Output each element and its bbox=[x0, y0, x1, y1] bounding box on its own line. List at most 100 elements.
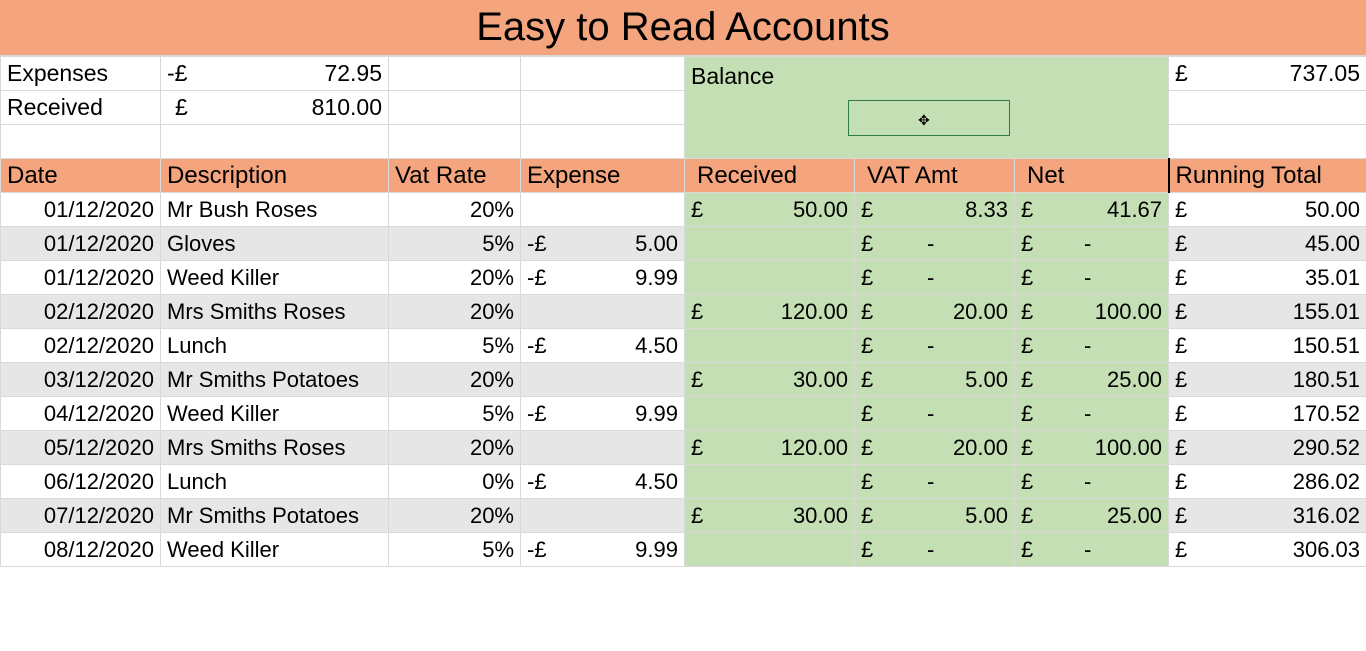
cell[interactable]: £150.51 bbox=[1169, 329, 1366, 363]
cell[interactable]: 05/12/2020 bbox=[1, 431, 161, 465]
cell[interactable]: 20% bbox=[389, 431, 521, 465]
hdr-expense[interactable]: Expense bbox=[521, 159, 685, 193]
cell[interactable] bbox=[685, 329, 855, 363]
cell[interactable]: £45.00 bbox=[1169, 227, 1366, 261]
cell[interactable] bbox=[685, 261, 855, 295]
cell[interactable]: -£4.50 bbox=[521, 329, 685, 363]
cell[interactable]: Lunch bbox=[161, 329, 389, 363]
cell[interactable]: 5% bbox=[389, 227, 521, 261]
cell[interactable]: £30.00 bbox=[685, 499, 855, 533]
cell[interactable]: £316.02 bbox=[1169, 499, 1366, 533]
cell[interactable]: £20.00 bbox=[855, 295, 1015, 329]
cell[interactable]: £8.33 bbox=[855, 193, 1015, 227]
cell[interactable] bbox=[685, 533, 855, 567]
cell[interactable]: £- bbox=[855, 397, 1015, 431]
cell[interactable]: £- bbox=[1015, 397, 1169, 431]
cell[interactable]: Lunch bbox=[161, 465, 389, 499]
cell[interactable]: £- bbox=[1015, 533, 1169, 567]
cell[interactable]: £20.00 bbox=[855, 431, 1015, 465]
cell[interactable]: £5.00 bbox=[855, 363, 1015, 397]
cell[interactable]: £180.51 bbox=[1169, 363, 1366, 397]
balance-value[interactable]: £ 737.05 bbox=[1169, 57, 1366, 91]
cell[interactable]: £- bbox=[1015, 261, 1169, 295]
cell[interactable]: £35.01 bbox=[1169, 261, 1366, 295]
cell[interactable]: 02/12/2020 bbox=[1, 329, 161, 363]
cell[interactable]: Gloves bbox=[161, 227, 389, 261]
hdr-description[interactable]: Description bbox=[161, 159, 389, 193]
cell[interactable]: 04/12/2020 bbox=[1, 397, 161, 431]
cell[interactable]: £290.52 bbox=[1169, 431, 1366, 465]
cell[interactable]: £- bbox=[855, 261, 1015, 295]
cell[interactable]: 07/12/2020 bbox=[1, 499, 161, 533]
balance-block[interactable]: Balance bbox=[685, 57, 1169, 159]
cell[interactable]: 02/12/2020 bbox=[1, 295, 161, 329]
expenses-label[interactable]: Expenses bbox=[1, 57, 161, 91]
cell[interactable]: 01/12/2020 bbox=[1, 261, 161, 295]
cell[interactable]: £- bbox=[1015, 465, 1169, 499]
cell[interactable] bbox=[521, 499, 685, 533]
cell[interactable] bbox=[521, 431, 685, 465]
cell[interactable]: 20% bbox=[389, 499, 521, 533]
cell[interactable]: Mr Smiths Potatoes bbox=[161, 499, 389, 533]
cell[interactable]: £100.00 bbox=[1015, 431, 1169, 465]
cell[interactable] bbox=[521, 295, 685, 329]
cell[interactable]: £306.03 bbox=[1169, 533, 1366, 567]
cell[interactable]: Mr Smiths Potatoes bbox=[161, 363, 389, 397]
cell[interactable]: £50.00 bbox=[685, 193, 855, 227]
hdr-date[interactable]: Date bbox=[1, 159, 161, 193]
cell[interactable]: 03/12/2020 bbox=[1, 363, 161, 397]
cell[interactable]: 08/12/2020 bbox=[1, 533, 161, 567]
cell[interactable]: 01/12/2020 bbox=[1, 193, 161, 227]
cell[interactable] bbox=[521, 193, 685, 227]
cell[interactable]: £25.00 bbox=[1015, 363, 1169, 397]
cell[interactable]: 20% bbox=[389, 261, 521, 295]
received-value[interactable]: £ 810.00 bbox=[161, 91, 389, 125]
cell[interactable]: £25.00 bbox=[1015, 499, 1169, 533]
cell[interactable]: £120.00 bbox=[685, 295, 855, 329]
accounts-table[interactable]: Expenses -£ 72.95 Balance £ 737.05 Rece bbox=[0, 56, 1366, 567]
cell[interactable]: Mrs Smiths Roses bbox=[161, 295, 389, 329]
cell[interactable]: -£9.99 bbox=[521, 397, 685, 431]
cell[interactable]: £100.00 bbox=[1015, 295, 1169, 329]
cell[interactable]: 01/12/2020 bbox=[1, 227, 161, 261]
cell[interactable]: £50.00 bbox=[1169, 193, 1366, 227]
cell[interactable]: £41.67 bbox=[1015, 193, 1169, 227]
cell[interactable]: £- bbox=[1015, 227, 1169, 261]
cell[interactable]: £155.01 bbox=[1169, 295, 1366, 329]
hdr-received[interactable]: Received bbox=[685, 159, 855, 193]
cell[interactable] bbox=[521, 363, 685, 397]
cell[interactable]: £30.00 bbox=[685, 363, 855, 397]
cell[interactable]: Mrs Smiths Roses bbox=[161, 431, 389, 465]
cell[interactable]: 20% bbox=[389, 295, 521, 329]
cell[interactable]: Weed Killer bbox=[161, 261, 389, 295]
cell[interactable]: Weed Killer bbox=[161, 397, 389, 431]
cell[interactable]: Mr Bush Roses bbox=[161, 193, 389, 227]
cell[interactable]: Weed Killer bbox=[161, 533, 389, 567]
hdr-vat-amt[interactable]: VAT Amt bbox=[855, 159, 1015, 193]
cell[interactable]: £- bbox=[855, 329, 1015, 363]
cell[interactable]: £- bbox=[855, 533, 1015, 567]
cell[interactable]: 5% bbox=[389, 329, 521, 363]
cell[interactable] bbox=[685, 227, 855, 261]
cell[interactable]: £120.00 bbox=[685, 431, 855, 465]
cell[interactable]: £- bbox=[1015, 329, 1169, 363]
spreadsheet-sheet[interactable]: Easy to Read Accounts Expenses -£ 72.95 … bbox=[0, 0, 1366, 651]
cell[interactable]: 06/12/2020 bbox=[1, 465, 161, 499]
cell[interactable]: -£9.99 bbox=[521, 261, 685, 295]
cell[interactable]: 20% bbox=[389, 363, 521, 397]
hdr-net[interactable]: Net bbox=[1015, 159, 1169, 193]
cell[interactable] bbox=[685, 465, 855, 499]
cell[interactable]: -£4.50 bbox=[521, 465, 685, 499]
cell[interactable]: -£9.99 bbox=[521, 533, 685, 567]
expenses-value[interactable]: -£ 72.95 bbox=[161, 57, 389, 91]
cell[interactable]: £170.52 bbox=[1169, 397, 1366, 431]
cell[interactable] bbox=[685, 397, 855, 431]
cell[interactable]: £286.02 bbox=[1169, 465, 1366, 499]
cell[interactable]: -£5.00 bbox=[521, 227, 685, 261]
cell[interactable]: 5% bbox=[389, 397, 521, 431]
cell[interactable]: £- bbox=[855, 227, 1015, 261]
cell[interactable]: £- bbox=[855, 465, 1015, 499]
cell[interactable]: 5% bbox=[389, 533, 521, 567]
cell[interactable]: 0% bbox=[389, 465, 521, 499]
cell[interactable]: 20% bbox=[389, 193, 521, 227]
